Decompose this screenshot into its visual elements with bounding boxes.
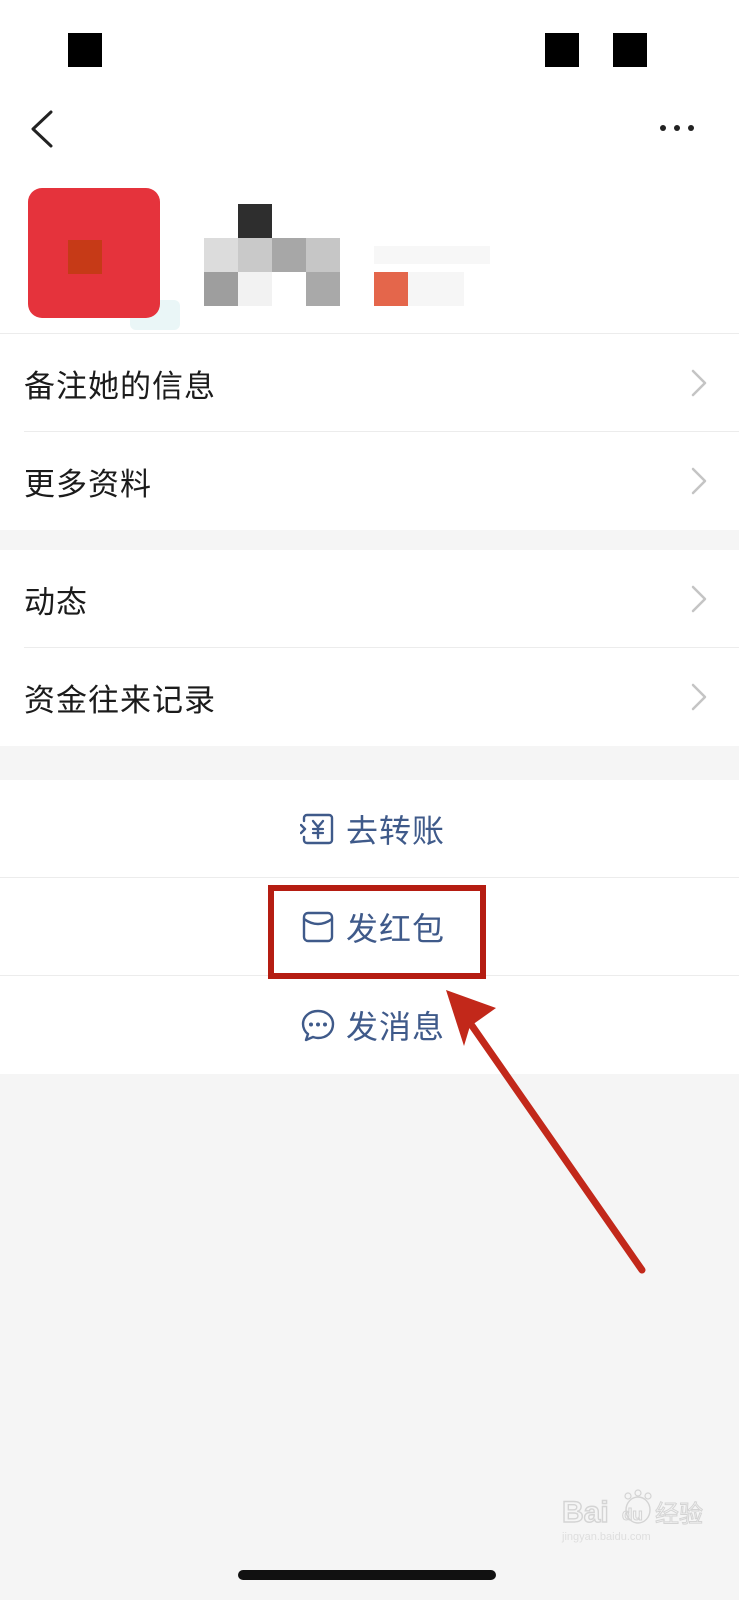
menu-group-profile: 备注她的信息 更多资料 bbox=[0, 333, 739, 530]
chevron-right-icon bbox=[691, 585, 707, 613]
nav-bar bbox=[0, 100, 739, 180]
menu-item-moments[interactable]: 动态 bbox=[0, 550, 739, 648]
menu-item-more-info[interactable]: 更多资料 bbox=[0, 432, 739, 530]
menu-group-activity: 动态 资金往来记录 bbox=[0, 550, 739, 746]
svg-text:Bai: Bai bbox=[562, 1496, 609, 1529]
menu-item-label: 动态 bbox=[24, 584, 88, 621]
chevron-left-icon[interactable] bbox=[24, 100, 68, 160]
redacted-block bbox=[68, 33, 102, 67]
redacted-block bbox=[545, 33, 579, 67]
svg-text:jingyan.baidu.com: jingyan.baidu.com bbox=[561, 1531, 651, 1543]
svg-text:经验: 经验 bbox=[655, 1500, 703, 1528]
chevron-right-icon bbox=[691, 467, 707, 495]
menu-item-label: 备注她的信息 bbox=[24, 368, 216, 405]
avatar-pixel bbox=[68, 240, 102, 274]
redacted-block bbox=[613, 33, 647, 67]
menu-item-transactions[interactable]: 资金往来记录 bbox=[0, 648, 739, 746]
action-label: 去转账 bbox=[345, 812, 445, 850]
chevron-right-icon bbox=[691, 369, 707, 397]
send-message-button[interactable]: 发消息 bbox=[0, 976, 739, 1074]
svg-text:du: du bbox=[622, 1505, 643, 1524]
highlight-box bbox=[268, 885, 486, 979]
avatar[interactable] bbox=[28, 188, 160, 318]
transfer-button[interactable]: 去转账 bbox=[0, 780, 739, 878]
menu-item-remark[interactable]: 备注她的信息 bbox=[0, 334, 739, 432]
transfer-yen-icon bbox=[299, 813, 334, 845]
chevron-right-icon bbox=[691, 683, 707, 711]
baidu-watermark: Bai du 经验 jingyan.baidu.com bbox=[561, 1489, 704, 1543]
status-bar bbox=[0, 0, 739, 100]
chat-bubble-icon bbox=[301, 1009, 335, 1042]
more-horizontal-icon[interactable] bbox=[655, 110, 699, 150]
profile-header bbox=[0, 180, 739, 340]
home-indicator bbox=[238, 1570, 496, 1580]
action-label: 发消息 bbox=[345, 1008, 445, 1046]
menu-item-label: 更多资料 bbox=[24, 466, 152, 503]
menu-item-label: 资金往来记录 bbox=[24, 682, 216, 719]
